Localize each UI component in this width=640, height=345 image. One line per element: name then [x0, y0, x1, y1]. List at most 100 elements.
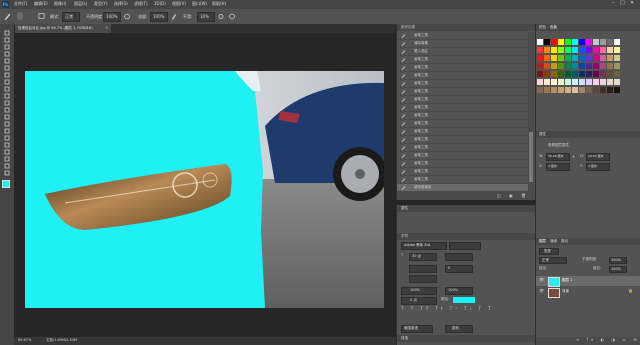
layer-name[interactable]: 背景	[562, 289, 569, 294]
menu-layer[interactable]: 图层(L)	[74, 2, 87, 6]
history-item[interactable]: 画笔工具	[397, 120, 528, 128]
history-item[interactable]: 画笔工具	[397, 32, 528, 40]
pressure-opacity-icon[interactable]	[124, 13, 130, 20]
color-swatch[interactable]	[579, 39, 585, 45]
color-swatch[interactable]	[607, 79, 613, 85]
color-swatch[interactable]	[572, 39, 578, 45]
tab-close-icon[interactable]: ×	[105, 26, 108, 30]
doc-size-info[interactable]: 文档:1.69M/4.54M	[46, 338, 77, 343]
visibility-eye-icon[interactable]: 👁	[539, 278, 544, 282]
brush-size-preview[interactable]	[17, 12, 23, 20]
tab-history[interactable]: 历史记录	[401, 25, 415, 30]
color-swatch[interactable]	[586, 87, 592, 93]
history-item[interactable]: 画笔工具	[397, 136, 528, 144]
color-swatch[interactable]	[586, 39, 592, 45]
color-swatch[interactable]	[593, 39, 599, 45]
more-tools-icon[interactable]	[3, 169, 11, 177]
menu-type[interactable]: 类型(Y)	[94, 2, 108, 6]
color-swatch[interactable]	[572, 87, 578, 93]
font-size-input[interactable]: 30 点	[409, 253, 437, 261]
font-family-select[interactable]: Adobe 黑体 Std	[401, 242, 447, 250]
color-swatch[interactable]	[614, 47, 620, 53]
color-swatch[interactable]	[544, 87, 550, 93]
history-item[interactable]: 画笔工具	[397, 168, 528, 176]
color-swatch[interactable]	[558, 79, 564, 85]
color-swatch[interactable]	[593, 87, 599, 93]
color-swatch[interactable]	[593, 71, 599, 77]
color-swatch[interactable]	[558, 63, 564, 69]
tab-character[interactable]: 字符	[401, 234, 408, 239]
color-swatch[interactable]	[586, 79, 592, 85]
color-swatch[interactable]	[593, 79, 599, 85]
x-input[interactable]: 0 厘米	[546, 163, 570, 171]
layer-row-1[interactable]: 👁 图层 1	[536, 276, 640, 287]
color-swatch[interactable]	[551, 47, 557, 53]
color-swatch[interactable]	[593, 63, 599, 69]
history-item[interactable]: 清除像素	[397, 40, 528, 48]
color-swatch[interactable]	[607, 87, 613, 93]
color-swatch[interactable]	[551, 79, 557, 85]
color-swatch[interactable]	[600, 79, 606, 85]
color-swatch[interactable]	[586, 47, 592, 53]
color-swatch[interactable]	[537, 79, 543, 85]
width-input[interactable]: 36.28 厘米	[546, 153, 570, 161]
tab-props-right[interactable]: 属性	[539, 132, 546, 137]
layer-filter-select[interactable]: 类型	[539, 248, 559, 255]
pressure-size-icon[interactable]	[229, 13, 235, 20]
history-item[interactable]: 画笔工具	[397, 88, 528, 96]
history-item[interactable]: 画笔工具	[397, 176, 528, 184]
opacity-input[interactable]: 100%	[103, 12, 121, 22]
color-swatch[interactable]	[600, 55, 606, 61]
history-scroll-thumb[interactable]	[529, 132, 533, 182]
color-swatch[interactable]	[607, 71, 613, 77]
mode-select[interactable]: 正常	[62, 12, 80, 22]
antialias-select[interactable]: 锐利	[445, 325, 473, 333]
history-item[interactable]: 画笔工具	[397, 160, 528, 168]
color-swatch[interactable]	[614, 63, 620, 69]
maximize-icon[interactable]: □	[620, 1, 625, 6]
tab-properties[interactable]: 属性	[401, 206, 408, 211]
menu-filter[interactable]: 滤镜(T)	[134, 2, 148, 6]
menu-help[interactable]: 帮助(H)	[212, 2, 226, 6]
color-swatch[interactable]	[579, 55, 585, 61]
menu-select[interactable]: 选择(S)	[114, 2, 128, 6]
color-swatch[interactable]	[600, 39, 606, 45]
history-item[interactable]: 画笔工具	[397, 112, 528, 120]
document-tab[interactable]: 处理前后对比.jpg @ 66.7% (图层 1, RGB/8#) ×	[15, 24, 111, 33]
color-swatch[interactable]	[572, 71, 578, 77]
scale-percent-input[interactable]	[409, 275, 437, 283]
history-item[interactable]: 填充前景色	[397, 184, 528, 192]
color-swatch[interactable]	[600, 63, 606, 69]
color-swatch[interactable]	[607, 63, 613, 69]
tab-paragraph[interactable]: 段落	[401, 336, 408, 341]
color-swatch[interactable]	[579, 79, 585, 85]
color-swatch[interactable]	[579, 71, 585, 77]
history-item[interactable]: 画笔工具	[397, 72, 528, 80]
color-swatch[interactable]	[565, 55, 571, 61]
brush-panel-icon[interactable]	[38, 12, 45, 20]
color-swatch[interactable]	[614, 87, 620, 93]
font-style-select[interactable]	[449, 242, 481, 250]
camera-icon[interactable]: ▣	[509, 194, 513, 198]
color-swatch[interactable]	[544, 39, 550, 45]
layer-action-icons[interactable]: ∞ fx ◐ ◑ ▭ ⊞ 🗑	[576, 338, 640, 342]
horizontal-scale-input[interactable]: 100%	[445, 287, 473, 295]
blend-mode-select[interactable]: 正常	[539, 257, 567, 264]
color-swatch[interactable]	[565, 47, 571, 53]
color-swatch[interactable]	[565, 71, 571, 77]
color-swatch[interactable]	[565, 79, 571, 85]
color-swatch[interactable]	[551, 71, 557, 77]
vertical-scale-input[interactable]: 100%	[401, 287, 437, 295]
leading-input[interactable]	[445, 253, 473, 261]
color-swatch[interactable]	[579, 47, 585, 53]
history-item[interactable]: 载入选区	[397, 48, 528, 56]
history-item[interactable]: 画笔工具	[397, 152, 528, 160]
layer-name[interactable]: 图层 1	[562, 278, 572, 283]
color-swatch[interactable]	[614, 71, 620, 77]
menu-file[interactable]: 文件(F)	[14, 2, 27, 6]
color-swatch[interactable]	[544, 55, 550, 61]
color-swatch[interactable]	[558, 55, 564, 61]
minimize-icon[interactable]: –	[612, 1, 615, 6]
color-swatch[interactable]	[544, 63, 550, 69]
color-swatch[interactable]	[572, 55, 578, 61]
